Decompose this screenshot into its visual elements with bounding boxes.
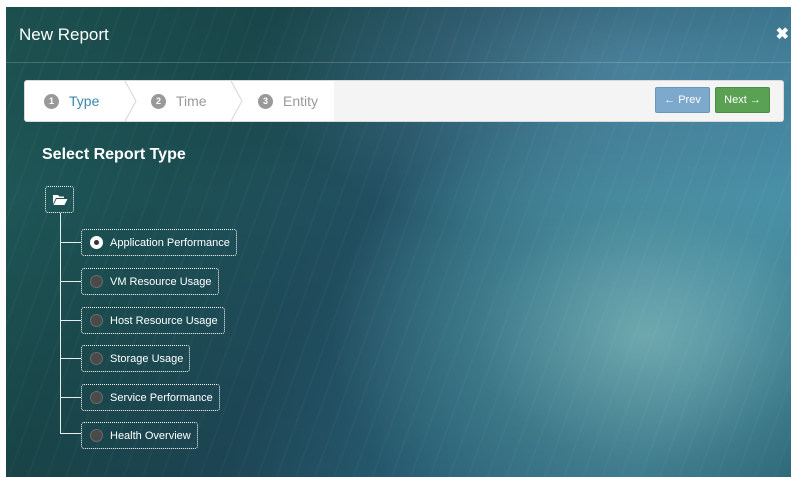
modal-header: New Report ✖ [6,7,791,63]
chevron-right-icon [124,81,137,121]
report-type-label: VM Resource Usage [110,275,212,288]
tree-branch [60,358,81,359]
wizard-step-time[interactable]: 2 Time [151,81,207,121]
new-report-modal: New Report ✖ 1 Type 2 Time 3 Entity ← Pr… [6,7,791,477]
report-type-label: Health Overview [110,429,191,442]
report-type-health-overview[interactable]: Health Overview [81,422,198,449]
radio-selected-icon[interactable] [90,236,103,249]
radio-icon[interactable] [90,352,103,365]
step-label: Entity [283,93,319,109]
radio-icon[interactable] [90,429,103,442]
chevron-right-icon [230,81,243,121]
radio-icon[interactable] [90,391,103,404]
step-number-badge: 1 [44,93,59,109]
prev-button[interactable]: ← Prev [655,87,710,113]
radio-icon[interactable] [90,275,103,288]
wizard-step-entity[interactable]: 3 Entity [258,81,318,121]
step-number-badge: 3 [258,93,273,109]
step-number-badge: 2 [151,93,166,109]
folder-open-icon[interactable] [45,186,74,213]
section-title: Select Report Type [42,146,186,163]
tree-branch [60,433,81,434]
report-type-label: Application Performance [110,236,230,249]
next-button[interactable]: Next → [715,87,770,113]
modal-title: New Report [19,25,109,44]
report-type-vm-resource-usage[interactable]: VM Resource Usage [81,268,219,295]
tree-branch [60,397,81,398]
radio-icon[interactable] [90,314,103,327]
report-type-label: Host Resource Usage [110,314,218,327]
tree-branch [60,242,81,243]
step-label: Time [176,93,207,109]
tree-branch [60,281,81,282]
report-type-service-performance[interactable]: Service Performance [81,384,220,411]
report-type-host-resource-usage[interactable]: Host Resource Usage [81,307,225,334]
tree-branch [60,320,81,321]
step-label: Type [69,93,100,109]
report-type-label: Service Performance [110,391,213,404]
report-type-label: Storage Usage [110,352,184,365]
tree-connector [60,213,61,433]
folder-open-icon-glyph [52,194,67,205]
wizard-step-type[interactable]: 1 Type [44,81,99,121]
close-icon[interactable]: ✖ [776,24,789,44]
report-type-storage-usage[interactable]: Storage Usage [81,345,191,372]
report-type-application-performance[interactable]: Application Performance [81,229,237,256]
